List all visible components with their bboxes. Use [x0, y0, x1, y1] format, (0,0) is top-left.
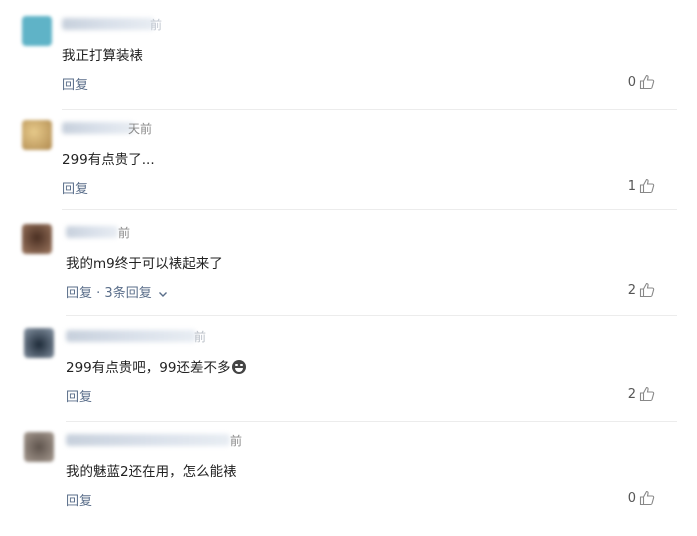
comment-text: 我的魅蓝2还在用，怎么能裱 — [66, 464, 237, 480]
reply-button[interactable]: 回复 · 3条回复 — [66, 282, 168, 301]
comment-time: 天前 — [128, 122, 153, 136]
reply-label[interactable]: 回复 — [62, 182, 88, 197]
grin-emoji-icon — [232, 360, 247, 374]
view-replies-link[interactable]: · 3条回复 — [96, 286, 152, 301]
like-button[interactable]: 2 — [628, 282, 655, 298]
thumbs-up-icon[interactable] — [639, 386, 655, 402]
thumbs-up-icon[interactable] — [639, 74, 655, 90]
thumbs-up-icon[interactable] — [639, 490, 655, 506]
comment-text: 299有点贵了... — [62, 152, 155, 168]
reply-button[interactable]: 回复 — [62, 74, 88, 93]
avatar[interactable] — [22, 16, 52, 46]
like-count: 2 — [627, 386, 636, 402]
thumbs-up-icon[interactable] — [639, 282, 655, 298]
comment-text: 我的m9终于可以裱起来了 — [66, 256, 223, 272]
username-blurred[interactable] — [66, 226, 118, 238]
divider — [62, 209, 677, 210]
avatar[interactable] — [24, 328, 54, 358]
chevron-down-icon[interactable] — [158, 289, 168, 299]
thumbs-up-icon[interactable] — [639, 178, 655, 194]
comment-text: 299有点贵吧，99还差不多 — [66, 356, 247, 376]
like-count: 1 — [627, 178, 636, 194]
comment-item: 前 299有点贵吧，99还差不多 回复 2 — [0, 328, 697, 432]
comment-item: 前 我的魅蓝2还在用，怎么能裱 回复 0 — [0, 432, 697, 536]
avatar[interactable] — [22, 224, 52, 254]
username-blurred[interactable] — [66, 330, 196, 342]
reply-button[interactable]: 回复 — [66, 490, 92, 509]
avatar[interactable] — [24, 432, 54, 462]
comment-item: 前 我正打算装裱 回复 0 — [0, 16, 697, 120]
avatar[interactable] — [22, 120, 52, 150]
like-count: 0 — [627, 490, 636, 506]
reply-button[interactable]: 回复 — [62, 178, 88, 197]
reply-button[interactable]: 回复 — [66, 386, 92, 405]
divider — [62, 109, 677, 110]
comment-time: 前 — [194, 330, 207, 344]
like-count: 2 — [627, 282, 636, 298]
comment-text-content: 299有点贵吧，99还差不多 — [66, 360, 231, 376]
comment-time: 前 — [118, 226, 131, 240]
comment-item: 天前 299有点贵了... 回复 1 — [0, 120, 697, 224]
reply-label[interactable]: 回复 — [66, 390, 92, 405]
reply-label[interactable]: 回复 — [62, 78, 88, 93]
comment-time: 前 — [230, 434, 243, 448]
like-button[interactable]: 1 — [628, 178, 655, 194]
like-button[interactable]: 0 — [628, 490, 655, 506]
comment-item: 前 我的m9终于可以裱起来了 回复 · 3条回复 2 — [0, 224, 697, 328]
like-button[interactable]: 0 — [628, 74, 655, 90]
reply-label[interactable]: 回复 — [66, 286, 92, 301]
comment-time: 前 — [150, 18, 163, 32]
comment-text: 我正打算装裱 — [62, 48, 143, 64]
reply-label[interactable]: 回复 — [66, 494, 92, 509]
username-blurred[interactable] — [62, 122, 134, 134]
like-count: 0 — [627, 74, 636, 90]
like-button[interactable]: 2 — [628, 386, 655, 402]
divider — [66, 421, 677, 422]
username-blurred[interactable] — [62, 18, 154, 30]
divider — [66, 315, 677, 316]
username-blurred[interactable] — [66, 434, 230, 446]
